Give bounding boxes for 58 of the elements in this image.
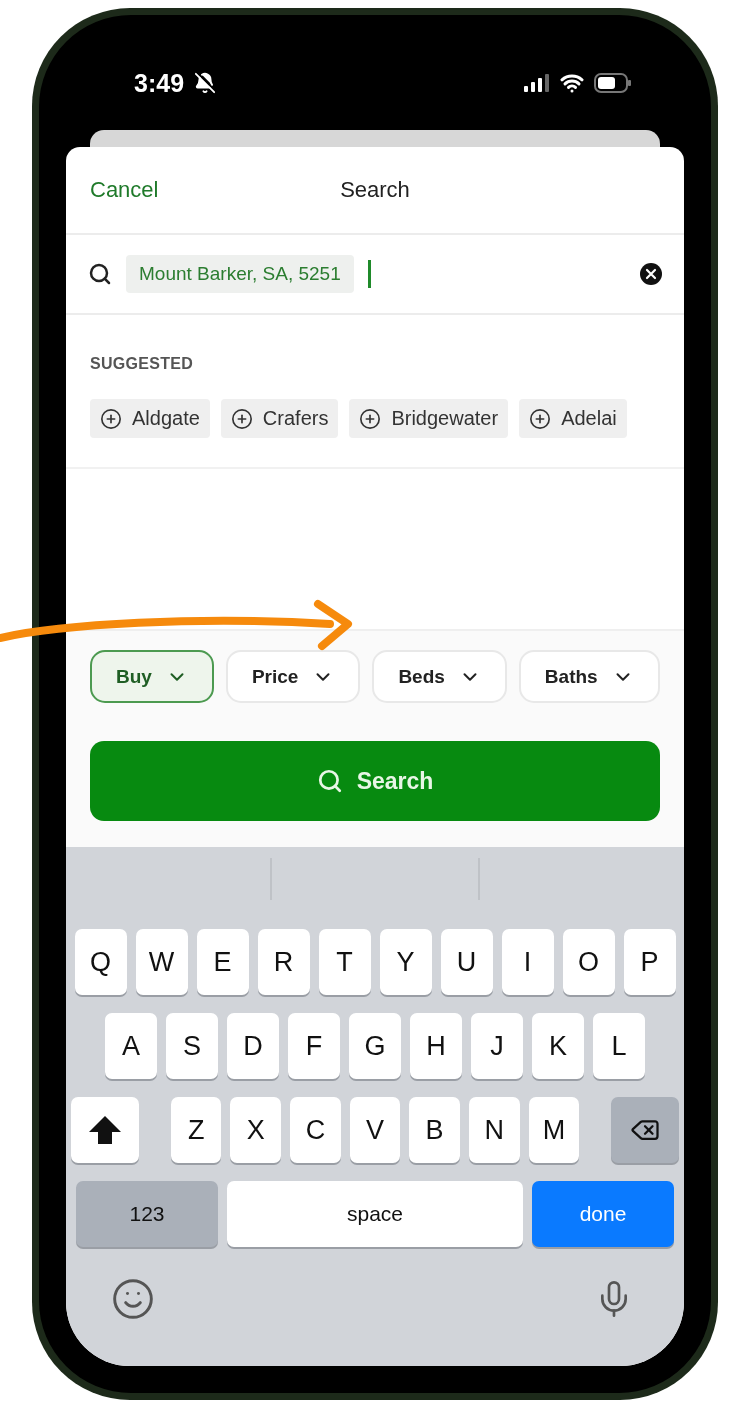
letter-key[interactable]: O [562,929,615,995]
clear-icon[interactable] [640,263,662,285]
bell-slash-icon [194,72,217,94]
filter-dropdown[interactable]: Baths [518,650,660,703]
letter-key[interactable]: A [105,1013,157,1079]
search-icon [88,262,112,286]
suggestion-chip[interactable]: Adelai [519,399,627,438]
sheet-title: Search [340,177,410,203]
text-cursor [367,260,371,288]
letter-key[interactable]: G [349,1013,401,1079]
letter-key[interactable]: I [501,929,554,995]
numbers-key[interactable]: 123 [76,1181,218,1247]
letter-key[interactable]: Z [170,1097,222,1163]
letter-key[interactable]: X [230,1097,282,1163]
letter-key[interactable]: T [318,929,371,995]
add-circle-icon [529,407,552,430]
letter-key[interactable]: Y [379,929,432,995]
letter-key[interactable]: F [288,1013,340,1079]
letter-key[interactable]: W [135,929,188,995]
letter-key[interactable]: K [532,1013,584,1079]
letter-key[interactable]: D [227,1013,279,1079]
add-circle-icon [359,407,382,430]
letter-key[interactable]: M [528,1097,580,1163]
battery-icon [594,73,632,93]
letter-key[interactable]: V [349,1097,401,1163]
letter-key[interactable]: P [623,929,676,995]
letter-key[interactable]: U [440,929,493,995]
filter-dropdown[interactable]: Buy [90,650,214,703]
letter-key[interactable]: R [257,929,310,995]
letter-key[interactable]: N [468,1097,520,1163]
space-key[interactable]: space [227,1181,523,1247]
letter-key[interactable]: J [471,1013,523,1079]
letter-key[interactable]: E [196,929,249,995]
shift-arrow-icon [88,1115,123,1145]
done-key[interactable]: done [532,1181,674,1247]
backspace-key[interactable] [610,1097,679,1163]
letter-key[interactable]: B [409,1097,460,1163]
location-token[interactable]: Mount Barker, SA, 5251 [126,255,354,293]
suggestion-chip[interactable]: Aldgate [90,399,210,438]
status-time: 3:49 [134,68,185,98]
search-icon [316,768,343,794]
emoji-icon[interactable] [111,1277,155,1321]
suggestion-chip[interactable]: Bridgewater [349,399,509,438]
signal-icon [524,74,550,92]
letter-key[interactable]: Q [74,929,127,995]
shift-key[interactable] [71,1097,140,1163]
filter-dropdown[interactable]: Beds [372,650,507,703]
add-circle-icon [100,407,122,430]
letter-key[interactable]: L [593,1013,645,1079]
letter-key[interactable]: S [166,1013,218,1079]
filter-dropdown[interactable]: Price [225,650,361,703]
section-label: SUGGESTED [90,355,195,373]
letter-key[interactable]: C [290,1097,341,1163]
add-circle-icon [230,407,253,430]
suggestion-chip[interactable]: Crafers [220,399,339,438]
letter-key[interactable]: H [410,1013,462,1079]
search-button[interactable]: Search [90,741,660,821]
cancel-button[interactable]: Cancel [90,177,159,203]
